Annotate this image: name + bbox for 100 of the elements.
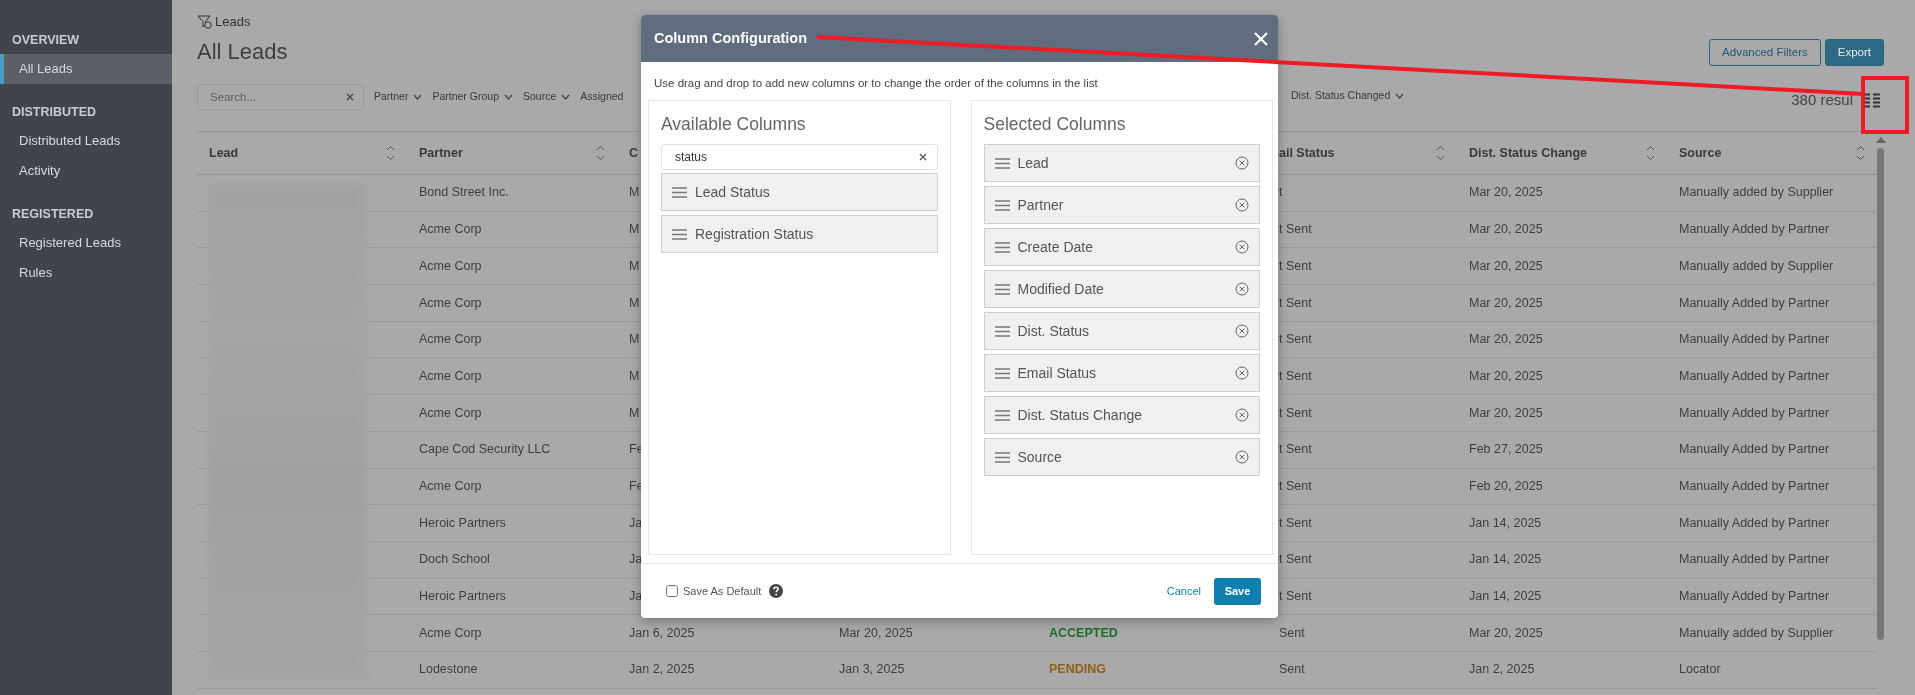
highlight-box [1861, 76, 1909, 134]
remove-icon[interactable] [1235, 450, 1249, 464]
filter-dropdown[interactable]: Assigned [580, 89, 624, 105]
column-item[interactable]: Lead [983, 144, 1260, 182]
remove-icon[interactable] [1235, 282, 1249, 296]
drag-handle-icon [672, 228, 687, 240]
table-cell-text: M [629, 404, 640, 422]
save-default-checkbox[interactable] [666, 585, 678, 597]
filter-dropdown[interactable]: Source [523, 89, 571, 105]
column-header[interactable]: Lead [209, 143, 239, 163]
table-cell-text: Mar 20, 2025 [1469, 221, 1543, 239]
remove-icon[interactable] [1235, 198, 1249, 212]
table-cell-text: Manually added by Supplier [1679, 257, 1834, 275]
table-cell-text: Manually Added by Partner [1679, 477, 1830, 495]
drag-handle-icon [994, 241, 1010, 253]
table-cell-text: Mar 20, 2025 [1469, 294, 1543, 312]
column-item[interactable]: Source [983, 438, 1260, 476]
table-cell-text: M [629, 257, 640, 275]
table-cell-text: Acme Corp [419, 331, 482, 349]
breadcrumb-link[interactable]: Leads [215, 13, 251, 31]
remove-icon[interactable] [1235, 156, 1249, 170]
sidebar-item[interactable]: All Leads [0, 54, 172, 84]
table-cell-text: t Sent [1279, 441, 1312, 459]
table-cell-text: Locator [1679, 661, 1721, 679]
table-cell-text: Acme Corp [419, 404, 482, 422]
remove-icon[interactable] [1235, 324, 1249, 338]
table-cell-text: Bond Street Inc. [419, 184, 509, 202]
column-header[interactable]: C [629, 143, 639, 163]
table-cell-text: Manually Added by Partner [1679, 514, 1830, 532]
column-item-label: Partner [1017, 195, 1064, 215]
drag-handle-icon [994, 325, 1010, 337]
table-cell-text: Ja [629, 514, 643, 532]
table-cell-text: M [629, 221, 640, 239]
sidebar-item[interactable]: Registered Leads [0, 228, 172, 258]
save-button[interactable]: Save [1214, 577, 1261, 605]
column-item-label: Registration Status [695, 224, 814, 244]
column-item-label: Modified Date [1017, 279, 1104, 299]
table-cell-text: t Sent [1279, 514, 1312, 532]
cancel-link[interactable]: Cancel [1166, 582, 1201, 600]
column-item[interactable]: Modified Date [983, 270, 1260, 308]
export-button[interactable]: Export [1824, 38, 1884, 66]
search-field[interactable]: Search... [197, 84, 364, 110]
table-cell-text: M [629, 184, 640, 202]
table-cell-text: Mar 20, 2025 [1469, 624, 1543, 642]
column-search-field[interactable]: status [661, 144, 938, 170]
table-cell-text: Manually Added by Partner [1679, 404, 1830, 422]
sidebar-item[interactable]: Activity [0, 156, 172, 186]
help-icon[interactable] [769, 584, 784, 598]
drag-handle-icon [994, 409, 1010, 421]
filter-dropdown[interactable]: Dist. Status Changed [1291, 88, 1405, 104]
column-header[interactable]: ail Status [1279, 143, 1335, 163]
remove-icon[interactable] [1235, 408, 1249, 422]
remove-icon[interactable] [1235, 240, 1249, 254]
column-item[interactable]: Partner [983, 186, 1260, 224]
table-cell-text: t Sent [1279, 588, 1312, 606]
column-item[interactable]: Lead Status [661, 173, 938, 211]
table-cell-text: Manually Added by Partner [1679, 441, 1830, 459]
close-button[interactable] [1254, 31, 1268, 46]
advanced-filters-button[interactable]: Advanced Filters [1709, 38, 1821, 66]
table-cell-text: Jan 2, 2025 [629, 661, 695, 679]
table-cell-text: Manually Added by Partner [1679, 367, 1830, 385]
table-cell-text: Doch School [419, 551, 490, 569]
table-cell-text: Manually added by Supplier [1679, 184, 1834, 202]
clear-icon[interactable] [346, 93, 354, 101]
column-item[interactable]: Email Status [983, 354, 1260, 392]
column-item-label: Dist. Status Change [1017, 405, 1142, 425]
table-cell-text: Sent [1279, 661, 1305, 679]
filter-dropdown[interactable]: Partner Group [432, 89, 513, 105]
column-item[interactable]: Registration Status [661, 215, 938, 253]
table-cell-text: Jan 14, 2025 [1469, 551, 1542, 569]
remove-icon[interactable] [1235, 366, 1249, 380]
table-cell-text: M [629, 367, 640, 385]
column-item[interactable]: Create Date [983, 228, 1260, 266]
clear-icon[interactable] [918, 153, 927, 161]
column-header[interactable]: Partner [419, 143, 463, 163]
columns-icon[interactable] [1863, 93, 1880, 108]
column-item[interactable]: Dist. Status Change [983, 396, 1260, 434]
table-cell-text: Heroic Partners [419, 514, 506, 532]
panel-title: Available Columns [661, 113, 807, 135]
drag-handle-icon [994, 157, 1010, 169]
table-cell-text: Heroic Partners [419, 588, 506, 606]
checkbox-label: Save As Default [683, 583, 762, 599]
panel-title: Selected Columns [983, 113, 1127, 135]
drag-handle-icon [672, 186, 687, 198]
dialog-title: Column Configuration [654, 28, 808, 48]
filter-dropdown[interactable]: Partner [374, 89, 423, 105]
sidebar-section-title: DISTRIBUTED [11, 104, 98, 120]
column-header[interactable]: Dist. Status Change [1469, 143, 1588, 163]
column-item[interactable]: Dist. Status [983, 312, 1260, 350]
table-cell-text: Manually Added by Partner [1679, 588, 1830, 606]
column-item-label: Source [1017, 447, 1062, 467]
table-cell-text: Jan 2, 2025 [1469, 661, 1535, 679]
sidebar-item[interactable]: Rules [0, 258, 172, 288]
table-cell-text: Mar 20, 2025 [1469, 331, 1543, 349]
scroll-up-arrow-icon [1875, 137, 1886, 143]
column-header[interactable]: Source [1679, 143, 1722, 163]
table-cell-text: Manually added by Supplier [1679, 624, 1834, 642]
sidebar-item[interactable]: Distributed Leads [0, 126, 172, 156]
scrollbar-thumb[interactable] [1877, 148, 1884, 640]
filter-icon [197, 15, 212, 29]
